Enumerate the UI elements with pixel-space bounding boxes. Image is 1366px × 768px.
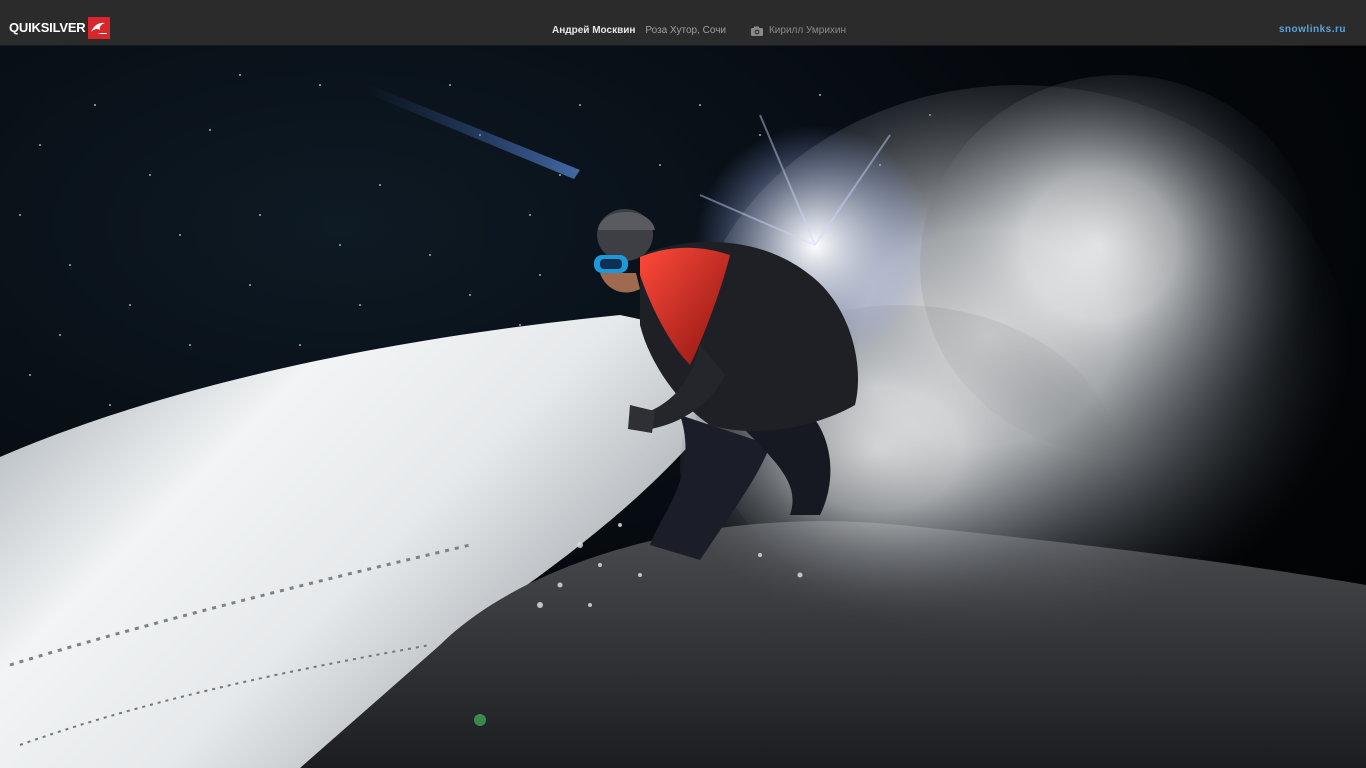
photo-caption: Андрей Москвин Роза Хутор, Сочи Кирилл У…: [552, 24, 846, 38]
photographer-name: Кирилл Умрихин: [768, 25, 847, 36]
brand-wordmark: QUIKSILVER: [9, 20, 86, 35]
quiksilver-logo-icon: [87, 17, 110, 39]
top-bar: QUIKSILVER Андрей Москвин Роза Хутор, Со…: [0, 0, 1366, 46]
brand-logo-link[interactable]: QUIKSILVER: [9, 17, 110, 39]
background-photo: [0, 45, 1366, 768]
site-logo-link[interactable]: snowlinks.ru: [1279, 24, 1346, 35]
page: QUIKSILVER Андрей Москвин Роза Хутор, Со…: [0, 0, 1366, 768]
camera-icon: [750, 26, 763, 36]
rider-name-link[interactable]: Андрей Москвин: [552, 24, 635, 38]
photo-credit: Кирилл Умрихин: [750, 24, 847, 38]
location-label: Роза Хутор, Сочи: [645, 25, 726, 36]
